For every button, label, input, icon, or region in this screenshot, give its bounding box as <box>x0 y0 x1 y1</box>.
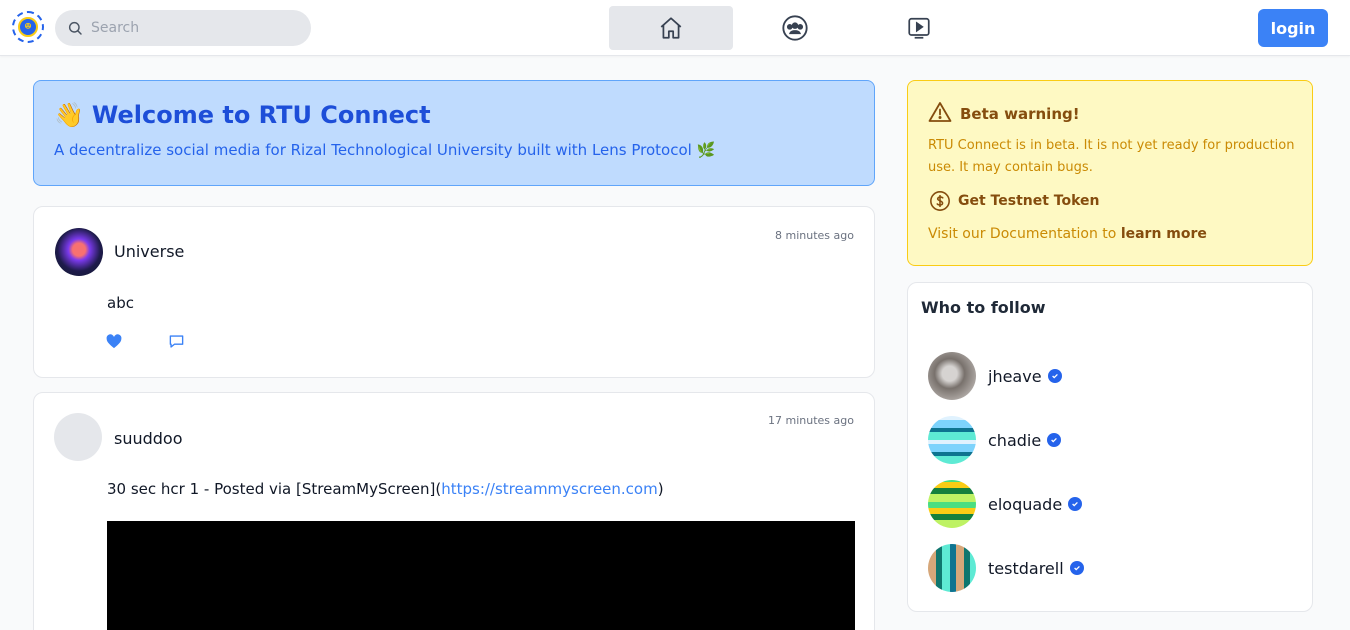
post-card: Universe 8 minutes ago abc <box>33 206 875 378</box>
nav-home-button[interactable] <box>609 6 733 50</box>
video-play-icon <box>908 17 930 39</box>
follow-suggestion-item[interactable]: testdarell <box>928 544 1288 592</box>
avatar[interactable] <box>928 416 976 464</box>
waving-hand-icon: 👋 <box>54 101 84 129</box>
verified-badge-icon <box>1047 433 1062 447</box>
get-testnet-token-link[interactable]: Get Testnet Token <box>958 193 1100 209</box>
avatar[interactable] <box>928 480 976 528</box>
search-bar[interactable] <box>55 10 311 46</box>
beta-description: RTU Connect is in beta. It is not yet re… <box>928 138 1295 175</box>
post-content-text: 30 sec hcr 1 - Posted via [StreamMyScree… <box>107 480 442 498</box>
nav-video-button[interactable] <box>857 6 981 50</box>
search-icon <box>68 21 82 35</box>
logo-emblem: ꔮ <box>18 17 38 37</box>
follow-username[interactable]: chadie <box>988 431 1041 450</box>
search-input[interactable] <box>91 20 291 36</box>
post-username[interactable]: suuddoo <box>114 429 183 448</box>
follow-suggestion-item[interactable]: eloquade <box>928 480 1288 528</box>
avatar[interactable] <box>928 352 976 400</box>
welcome-title-text: Welcome to RTU Connect <box>91 101 431 129</box>
groups-icon <box>782 15 808 41</box>
welcome-title: 👋 Welcome to RTU Connect <box>54 101 854 129</box>
verified-badge-icon <box>1047 369 1062 383</box>
who-to-follow-title: Who to follow <box>921 298 1046 317</box>
rtu-logo[interactable]: ꔮ <box>12 11 44 43</box>
verified-badge-icon <box>1068 497 1083 511</box>
beta-title: Beta warning! <box>960 105 1080 123</box>
home-icon <box>660 17 682 39</box>
comment-icon <box>169 335 184 348</box>
follow-username[interactable]: eloquade <box>988 495 1062 514</box>
video-player[interactable] <box>107 521 855 630</box>
post-timestamp: 8 minutes ago <box>775 229 854 242</box>
avatar[interactable] <box>54 413 102 461</box>
learn-more-link[interactable]: learn more <box>1121 226 1207 242</box>
avatar[interactable] <box>55 228 103 276</box>
post-link[interactable]: https://streammyscreen.com <box>441 480 658 498</box>
beta-warning-card: Beta warning! RTU Connect is in beta. It… <box>907 80 1313 266</box>
documentation-prefix: Visit our Documentation to <box>928 226 1121 242</box>
welcome-banner: 👋 Welcome to RTU Connect A decentralize … <box>33 80 875 186</box>
dollar-coin-icon <box>930 191 950 211</box>
documentation-text: Visit our Documentation to learn more <box>928 226 1207 242</box>
avatar[interactable] <box>928 544 976 592</box>
warning-icon <box>928 102 952 122</box>
post-content: abc <box>107 294 134 312</box>
login-button[interactable]: login <box>1258 9 1328 47</box>
post-content: 30 sec hcr 1 - Posted via [StreamMyScree… <box>107 480 664 498</box>
follow-suggestion-item[interactable]: chadie <box>928 416 1288 464</box>
follow-username[interactable]: jheave <box>988 367 1042 386</box>
heart-icon <box>106 334 122 349</box>
post-timestamp: 17 minutes ago <box>768 414 854 427</box>
post-card: suuddoo 17 minutes ago 30 sec hcr 1 - Po… <box>33 392 875 630</box>
post-username[interactable]: Universe <box>114 242 184 261</box>
follow-username[interactable]: testdarell <box>988 559 1064 578</box>
follow-suggestion-item[interactable]: jheave <box>928 352 1288 400</box>
welcome-subtitle: A decentralize social media for Rizal Te… <box>54 141 716 159</box>
post-content-suffix: ) <box>657 480 664 498</box>
who-to-follow-card: Who to follow jheave chadie eloquade tes… <box>907 282 1313 612</box>
like-button[interactable] <box>106 334 122 353</box>
verified-badge-icon <box>1069 561 1084 575</box>
nav-groups-button[interactable] <box>733 6 857 50</box>
comment-button[interactable] <box>168 334 185 353</box>
top-nav-bar: ꔮ login <box>0 0 1350 56</box>
